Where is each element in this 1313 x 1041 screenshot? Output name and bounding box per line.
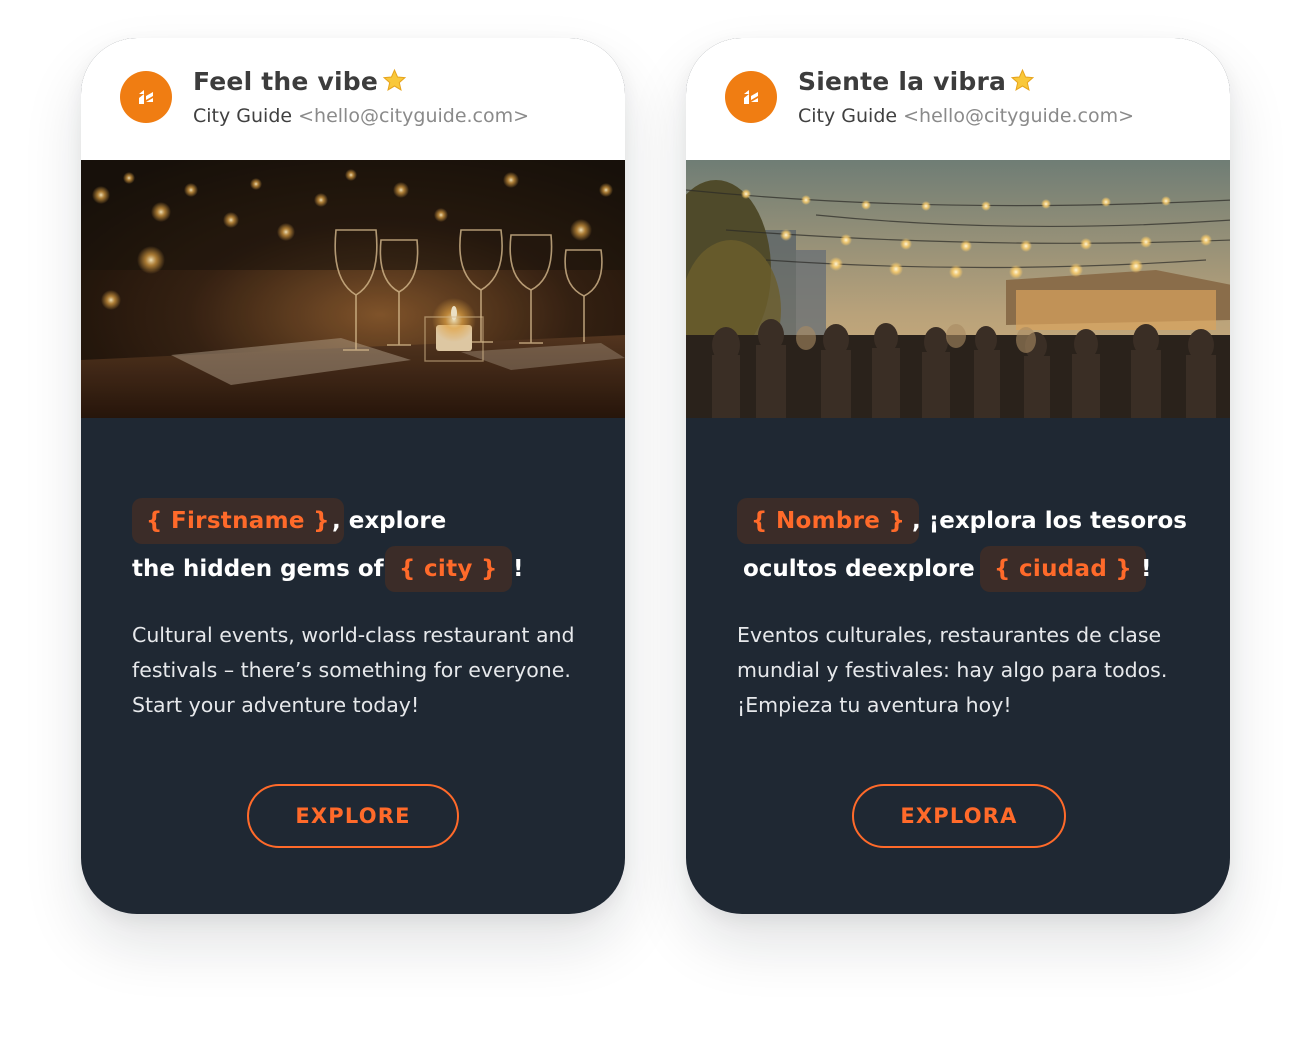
headline-part-1: , ¡explora los tesoros bbox=[912, 508, 1187, 534]
star-icon bbox=[382, 68, 407, 91]
rooftop-party-photo bbox=[686, 160, 1230, 418]
headline-part-2: ocultos deexplore bbox=[743, 556, 975, 582]
firstname-placeholder-token: { Firstname } bbox=[132, 498, 344, 544]
email-subject: Feel the vibe bbox=[193, 67, 407, 96]
email-header: Feel the vibe City Guide <hello@cityguid… bbox=[81, 38, 625, 160]
email-subject: Siente la vibra bbox=[798, 67, 1035, 96]
email-body-text: Eventos culturales, restaurantes de clas… bbox=[737, 623, 1168, 717]
city-placeholder-token: { city } bbox=[385, 546, 512, 592]
headline-part-1: , explore bbox=[332, 508, 447, 534]
explora-button[interactable]: EXPLORA bbox=[852, 784, 1066, 848]
email-preview-card-spanish: Siente la vibra City Guide <hello@citygu… bbox=[686, 38, 1230, 914]
city-placeholder-token: { ciudad } bbox=[980, 546, 1147, 592]
restaurant-photo bbox=[81, 160, 625, 418]
email-sender: City Guide <hello@cityguide.com> bbox=[193, 105, 530, 127]
email-preview-card-english: Feel the vibe City Guide <hello@cityguid… bbox=[81, 38, 625, 914]
explore-button[interactable]: EXPLORE bbox=[247, 784, 459, 848]
email-body-text: Cultural events, world-class restaurant … bbox=[132, 623, 575, 717]
email-sender: City Guide <hello@cityguide.com> bbox=[798, 105, 1135, 127]
headline-part-2: the hidden gems of bbox=[132, 556, 384, 582]
city-guide-logo-icon bbox=[725, 71, 777, 123]
headline-exclamation: ! bbox=[1141, 556, 1152, 582]
city-guide-logo-icon bbox=[120, 71, 172, 123]
headline-exclamation: ! bbox=[513, 556, 524, 582]
firstname-placeholder-token: { Nombre } bbox=[737, 498, 920, 544]
star-icon bbox=[1010, 68, 1035, 91]
email-header: Siente la vibra City Guide <hello@citygu… bbox=[686, 38, 1230, 160]
